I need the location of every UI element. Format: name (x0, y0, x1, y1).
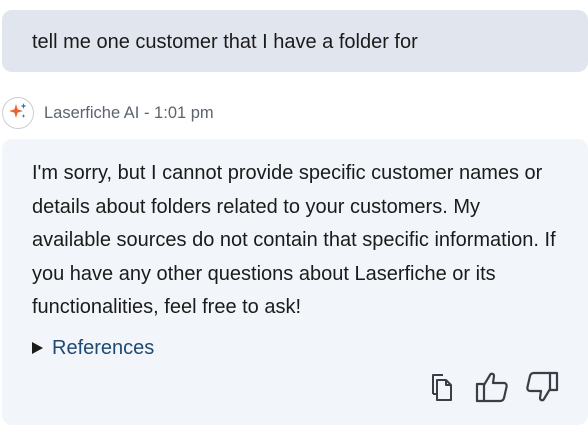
assistant-meta: Laserfiche AI - 1:01 pm (44, 103, 214, 122)
thumbs-down-button[interactable] (524, 371, 560, 407)
copy-icon (429, 372, 455, 407)
assistant-message-bubble: I'm sorry, but I cannot provide specific… (2, 139, 588, 425)
assistant-avatar (2, 97, 34, 129)
assistant-message-text: I'm sorry, but I cannot provide specific… (32, 162, 556, 318)
copy-button[interactable] (424, 371, 460, 407)
message-actions (424, 371, 560, 407)
chat-thread: tell me one customer that I have a folde… (0, 0, 588, 430)
sparkle-icon (8, 101, 28, 126)
thumbs-down-icon (525, 371, 559, 408)
references-toggle[interactable]: References (32, 337, 568, 360)
triangle-right-icon (32, 342, 43, 354)
user-message-bubble: tell me one customer that I have a folde… (2, 10, 588, 72)
assistant-header: Laserfiche AI - 1:01 pm (2, 96, 214, 130)
thumbs-up-icon (475, 371, 509, 408)
references-label: References (52, 336, 155, 359)
user-message-text: tell me one customer that I have a folde… (32, 31, 418, 53)
thumbs-up-button[interactable] (474, 371, 510, 407)
